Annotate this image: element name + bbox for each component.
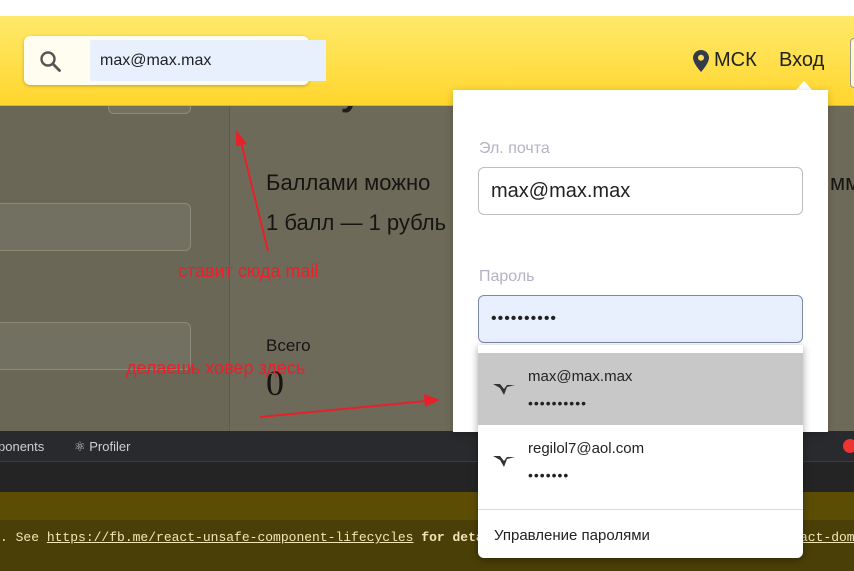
warning-text: . See https://fb.me/react-unsafe-compone…: [0, 530, 507, 545]
tab-profiler[interactable]: ⚛ Profiler: [74, 439, 130, 455]
email-field[interactable]: [478, 167, 803, 215]
key-icon: [493, 456, 515, 467]
location-pin-icon: [693, 49, 709, 72]
tab-components[interactable]: ponents: [0, 439, 44, 454]
warning-prefix: . See: [0, 530, 47, 545]
search-icon[interactable]: [38, 49, 62, 73]
login-link[interactable]: Вход: [779, 49, 824, 72]
autofill-popup: max@max.max •••••••••• regilol7@aol.com …: [478, 345, 803, 558]
autofill-username: max@max.max: [528, 368, 633, 385]
autofill-password: ••••••••••: [528, 395, 588, 411]
warning-link[interactable]: https://fb.me/react-unsafe-component-lif…: [47, 530, 414, 545]
email-label: Эл. почта: [479, 140, 550, 157]
error-icon[interactable]: [843, 439, 854, 453]
search-input[interactable]: [90, 40, 326, 81]
search-box: [24, 36, 326, 85]
key-icon: [493, 384, 515, 395]
arrow-to-autofill: [259, 394, 440, 418]
autofill-password: •••••••: [528, 467, 570, 483]
autofill-item[interactable]: regilol7@aol.com •••••••: [478, 425, 803, 497]
password-field[interactable]: [478, 295, 803, 343]
manage-passwords-link[interactable]: Управление паролями: [494, 527, 650, 544]
city-label: МСК: [714, 49, 757, 71]
password-label: Пароль: [479, 268, 535, 285]
autofill-divider: [478, 509, 803, 510]
autofill-item[interactable]: max@max.max ••••••••••: [478, 353, 803, 425]
arrow-to-search: [236, 130, 269, 252]
autofill-username: regilol7@aol.com: [528, 440, 645, 457]
warning-source-link[interactable]: act-dom: [800, 530, 854, 545]
header-button-edge[interactable]: [850, 38, 854, 88]
city-selector[interactable]: МСК: [693, 49, 757, 72]
